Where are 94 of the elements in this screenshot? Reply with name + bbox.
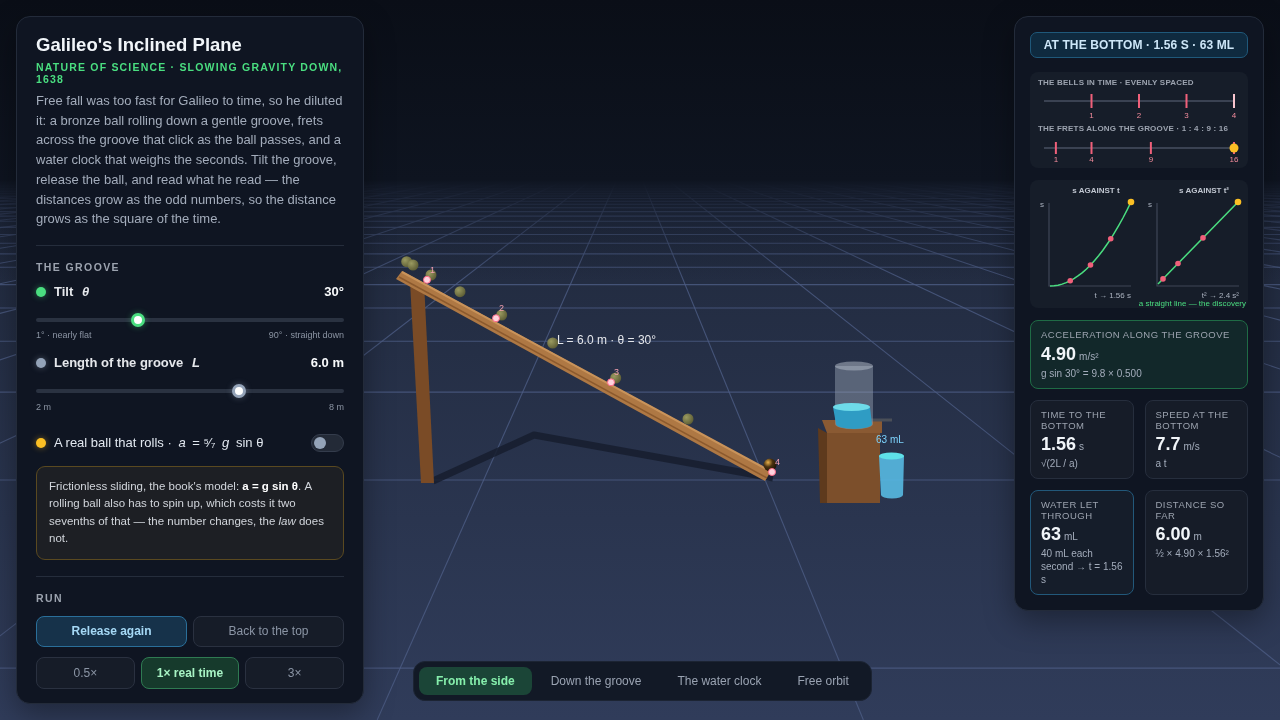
fret-number: 9: [1148, 155, 1154, 164]
note-text: Frictionless sliding, the book's model: a = g sin θ. A rolling ball also has to spin up, which costs it two sevenths of that — the number changes, the law does not.: [49, 478, 325, 547]
fret-marker: [768, 468, 776, 476]
range-max-label: 90° · straight down: [268, 330, 344, 342]
rolling-ball: [682, 413, 694, 425]
toggle-switch[interactable]: [311, 433, 344, 452]
section-heading: THE GROOVE: [36, 260, 121, 273]
axis-label: t → 1.56 s: [1094, 291, 1131, 300]
plot-title: s AGAINST t: [1072, 186, 1120, 195]
stat-unit: m/s: [1183, 441, 1200, 453]
stat-label: DISTANCE SO FAR: [1155, 499, 1226, 521]
end-point: [1127, 198, 1135, 206]
fret-tick: [1054, 142, 1057, 154]
range-min-label: 1° · nearly flat: [36, 330, 92, 342]
fret-marker: [492, 314, 500, 323]
panel-subtitle: NATURE OF SCIENCE · SLOWING GRAVITY DOWN, 1638: [36, 61, 344, 85]
slider-thumb[interactable]: [232, 383, 247, 398]
panel-title: Galileo's Inclined Plane: [36, 34, 243, 56]
dimension-label: L = 6.0 m · θ = 30°: [557, 333, 657, 347]
plot-caption: a straight line — the discovery: [1138, 299, 1246, 308]
stat-value: 7.7: [1155, 433, 1181, 455]
parameter-value: 30°: [324, 282, 344, 301]
rolling-ball: [547, 337, 559, 349]
view-tab[interactable]: The water clock: [660, 667, 779, 695]
fret-number: 1: [1053, 155, 1059, 164]
fret-tick: [1090, 142, 1093, 154]
strip-title: THE BELLS IN TIME · EVENLY SPACED: [1038, 78, 1195, 88]
stat-value: 4.90: [1041, 343, 1077, 365]
data-point: [1067, 277, 1074, 284]
fret-number: 2: [499, 303, 504, 314]
stat-value: 63: [1041, 523, 1062, 545]
data-point: [1200, 235, 1206, 241]
fret-number: 3: [614, 367, 619, 378]
stat-unit: mL: [1064, 531, 1078, 543]
end-point: [1234, 198, 1242, 206]
bell-number: 4: [1231, 111, 1237, 120]
action-button[interactable]: Back to the top: [193, 615, 344, 647]
slider-track[interactable]: [36, 312, 344, 327]
stat-formula: a t: [1155, 457, 1168, 470]
stat-formula: g sin 30° = 9.8 × 0.500: [1041, 367, 1143, 380]
data-point: [1087, 262, 1094, 268]
stat-label: SPEED AT THE BOTTOM: [1155, 409, 1230, 431]
intro-text: Free fall was too fast for Galileo to time, so he diluted it: a bronze ball rolling down a gentle groove, frets across the groove that click as the ball passes, and a water clock that weighs the seconds. Tilt the groove, release the ball, and read what he read — the distances grow as the odd numbers, so the distance grows as the square of the time.: [36, 92, 344, 229]
data-point: [1175, 260, 1181, 267]
rolling-ball: [407, 259, 419, 271]
status-banner: AT THE BOTTOM · 1.56 S · 63 ML: [1030, 32, 1248, 58]
speed-button[interactable]: 0.5×: [36, 656, 135, 689]
range-min-label: 2 m: [36, 402, 51, 414]
data-point: [1160, 276, 1166, 282]
stat-label: ACCELERATION ALONG THE GROOVE: [1041, 329, 1231, 341]
fret-number: 16: [1229, 155, 1239, 164]
data-point: [1107, 235, 1114, 242]
stat-value: 6.00: [1155, 523, 1191, 545]
bell-number: 1: [1089, 111, 1094, 120]
rolling-ball: [454, 286, 466, 298]
fret-tick: [1149, 142, 1152, 154]
stat-value: 1.56: [1041, 433, 1077, 455]
bell-number: 3: [1184, 111, 1189, 120]
axis-label: s: [1040, 200, 1044, 209]
stat-unit: m: [1193, 531, 1202, 543]
fret-number: 1: [430, 264, 435, 275]
parameter-label: Tilt θ: [54, 282, 91, 301]
water-vessel: [833, 361, 873, 430]
slider-thumb[interactable]: [130, 312, 145, 327]
stat-unit: m/s²: [1079, 351, 1099, 363]
water-volume-label: 63 mL: [876, 434, 904, 445]
action-button[interactable]: Release again: [36, 615, 187, 647]
stat-formula: 40 mL each second → t = 1.56 s: [1041, 547, 1123, 586]
stat-formula: √(2L / a): [1041, 457, 1079, 470]
plot-title: s AGAINST t²: [1179, 186, 1229, 195]
speed-button[interactable]: 1× real time: [140, 656, 240, 689]
speed-button[interactable]: 3×: [245, 656, 344, 689]
stat-unit: s: [1079, 441, 1085, 453]
parameter-value: 6.0 m: [310, 353, 344, 372]
parameter-label: Length of the groove L: [54, 353, 201, 372]
stat-label: WATER LET THROUGH: [1041, 499, 1100, 521]
toggle-label: A real ball that rolls · a = ⁵⁄₇ g sin θ: [54, 433, 265, 452]
fret-number: 4: [775, 457, 780, 467]
stat-formula: ½ × 4.90 × 1.56²: [1155, 547, 1230, 560]
view-tab[interactable]: Free orbit: [780, 667, 866, 695]
fret-number: 4: [1089, 155, 1094, 164]
slider-track[interactable]: [36, 383, 344, 398]
view-tab[interactable]: From the side: [419, 667, 532, 695]
bell-number: 2: [1136, 111, 1142, 120]
axis-label: t² → 2.4 s²: [1201, 291, 1239, 300]
strip-title: THE FRETS ALONG THE GROOVE · 1 : 4 : 9 : 16: [1038, 124, 1230, 134]
ball-marker-icon: [1229, 143, 1239, 153]
stat-label: TIME TO THE BOTTOM: [1041, 409, 1108, 431]
fret-marker: [423, 275, 431, 284]
view-tab[interactable]: Down the groove: [533, 667, 659, 695]
axis-label: s: [1148, 200, 1152, 209]
range-max-label: 8 m: [329, 402, 344, 414]
section-heading: RUN: [36, 591, 64, 604]
fret-marker: [607, 378, 615, 387]
